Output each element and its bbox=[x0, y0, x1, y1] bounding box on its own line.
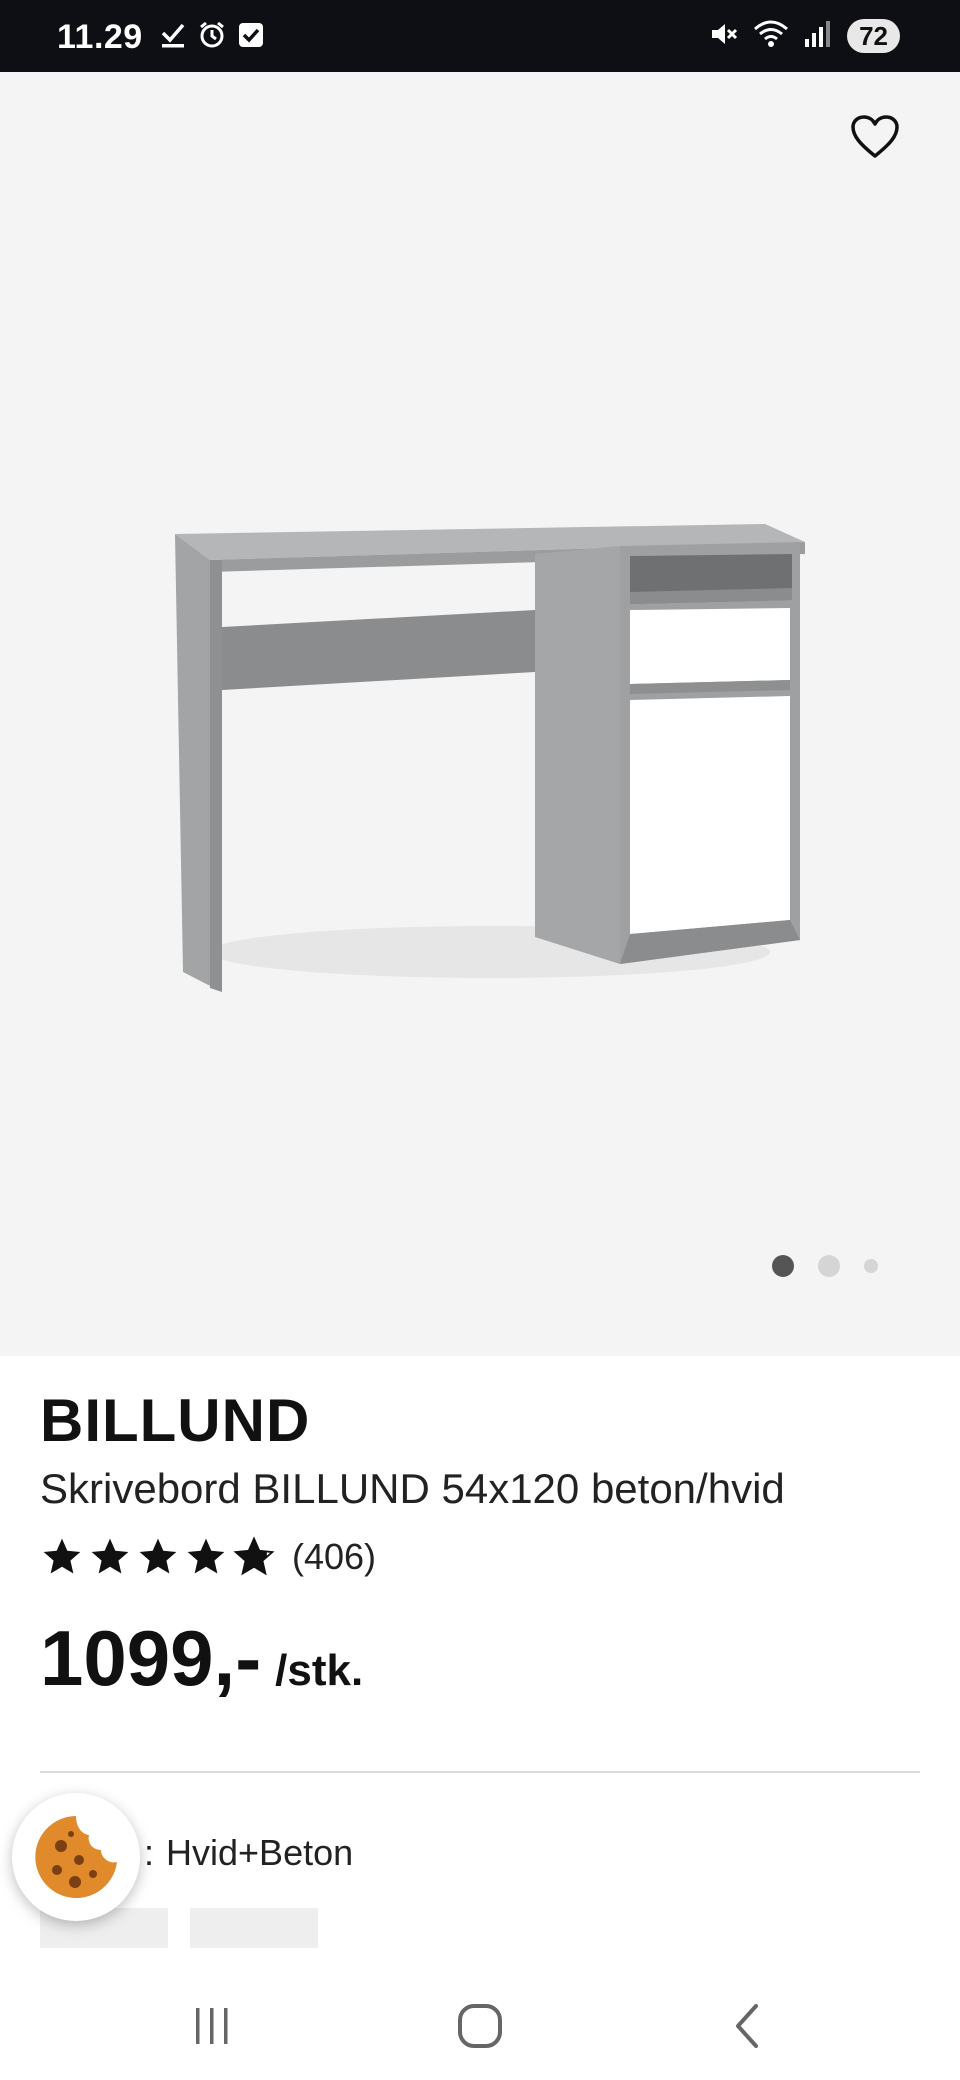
gallery-dot-3[interactable] bbox=[864, 1259, 878, 1273]
cookie-settings-button[interactable] bbox=[12, 1793, 140, 1921]
alarm-icon bbox=[198, 21, 226, 54]
signal-icon bbox=[803, 19, 833, 54]
product-image-desk bbox=[175, 524, 805, 992]
battery-indicator: 72 bbox=[847, 19, 900, 53]
download-done-icon bbox=[160, 21, 186, 54]
gallery-dot-1[interactable] bbox=[772, 1255, 794, 1277]
price-row: 1099,- /stk. bbox=[40, 1613, 920, 1704]
star-icon bbox=[187, 1538, 225, 1574]
status-icons-right: 72 bbox=[709, 18, 900, 54]
product-brand: BILLUND bbox=[40, 1387, 311, 1454]
star-icon bbox=[139, 1538, 177, 1574]
home-icon bbox=[458, 2004, 502, 2048]
star-partial-icon bbox=[233, 1536, 275, 1576]
product-price: 1099,- bbox=[40, 1614, 262, 1702]
section-divider bbox=[40, 1771, 920, 1773]
variant-separator: : bbox=[144, 1832, 155, 1873]
status-icons-left bbox=[160, 21, 264, 54]
product-image-gallery[interactable] bbox=[0, 72, 960, 1356]
review-count[interactable]: (406) bbox=[292, 1536, 376, 1578]
wifi-icon bbox=[753, 19, 789, 54]
product-name: Skrivebord BILLUND 54x120 beton/hvid bbox=[40, 1465, 785, 1512]
recent-apps-button[interactable] bbox=[172, 1996, 252, 2056]
checkbox-icon bbox=[238, 22, 264, 53]
home-button[interactable] bbox=[440, 1996, 520, 2056]
cookie-icon bbox=[35, 1816, 117, 1898]
star-icon bbox=[43, 1538, 81, 1574]
back-button[interactable] bbox=[708, 1996, 788, 2056]
favorite-button[interactable] bbox=[840, 102, 910, 172]
gallery-dot-2[interactable] bbox=[818, 1255, 840, 1277]
star-icon bbox=[91, 1538, 129, 1574]
variant-swatch[interactable] bbox=[190, 1908, 318, 1948]
status-time: 11.29 bbox=[57, 18, 143, 56]
status-bar: 11.29 72 bbox=[0, 0, 960, 72]
system-nav-bar bbox=[0, 1960, 960, 2080]
rating-row[interactable]: (406) bbox=[40, 1535, 920, 1579]
price-unit: /stk. bbox=[275, 1646, 364, 1695]
product-info: BILLUND Skrivebord BILLUND 54x120 beton/… bbox=[40, 1356, 920, 1704]
back-icon bbox=[736, 2004, 758, 2048]
mute-icon bbox=[709, 19, 739, 54]
variant-value: Hvid+Beton bbox=[166, 1832, 354, 1873]
gallery-pagination bbox=[772, 1255, 878, 1277]
star-rating bbox=[40, 1535, 276, 1579]
recent-apps-icon bbox=[196, 2008, 228, 2044]
heart-outline-icon bbox=[851, 115, 899, 158]
